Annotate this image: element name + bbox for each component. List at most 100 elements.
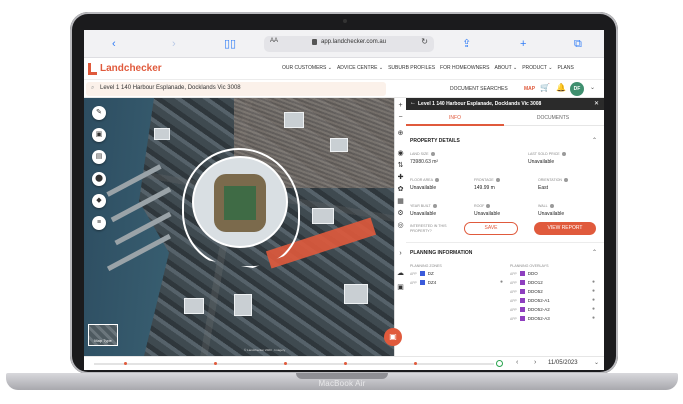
nav-our-customers[interactable]: OUR CUSTOMERS ⌄	[282, 65, 332, 71]
tab-info[interactable]: INFO	[406, 115, 504, 121]
new-tab-icon[interactable]: +	[520, 37, 526, 51]
tabs-icon[interactable]: ⧉	[574, 37, 582, 51]
site-logo[interactable]: Landchecker	[100, 63, 162, 74]
address-bar[interactable]: AA app.landchecker.com.au ↻	[264, 36, 434, 52]
nav-advice-centre[interactable]: ADVICE CENTRE ⌄	[337, 65, 383, 71]
nav-suburb-profiles[interactable]: SUBURB PROFILES	[388, 65, 435, 71]
wall-label: WALL	[538, 204, 554, 209]
book-icon[interactable]: ▯▯	[224, 37, 236, 51]
overlay-swatch	[519, 298, 525, 303]
info-icon[interactable]: ●	[500, 279, 503, 285]
zone-swatch	[419, 271, 425, 276]
expand-panel-icon[interactable]: ›	[395, 248, 406, 259]
tool-icon[interactable]: ⚙	[395, 208, 406, 219]
timeline-thumb[interactable]	[496, 360, 503, 367]
info-icon	[564, 178, 569, 183]
info-icon[interactable]: ●	[592, 297, 595, 303]
close-icon[interactable]: ✕	[594, 100, 599, 107]
draw-icon[interactable]: ✎	[92, 106, 106, 120]
list-icon[interactable]: ≡	[92, 216, 106, 230]
map-type-label: Map Type	[94, 338, 112, 343]
chevron-up-icon[interactable]: ⌃	[592, 249, 597, 256]
timeline-track[interactable]	[94, 363, 494, 365]
tool-icon[interactable]: ◉	[395, 148, 406, 159]
avatar[interactable]: DF	[570, 82, 584, 96]
back-icon[interactable]: ‹	[112, 37, 116, 51]
share-icon[interactable]: ⇪	[462, 37, 471, 51]
chevron-right-icon[interactable]: ›	[534, 359, 536, 366]
selected-parcel-outline[interactable]	[182, 148, 300, 268]
tool-icon[interactable]: ▦	[395, 196, 406, 207]
layers-icon[interactable]: ▣	[92, 128, 106, 142]
search-value: Level 1 140 Harbour Esplanade, Docklands…	[100, 85, 241, 91]
info-icon[interactable]: ●	[592, 288, 595, 294]
zoom-in-icon[interactable]: +	[395, 100, 406, 111]
save-button[interactable]: SAVE	[464, 222, 518, 235]
zoom-out-icon[interactable]: −	[395, 112, 406, 123]
wall-value: Unavailable	[538, 211, 565, 217]
info-icon[interactable]: ●	[592, 315, 595, 321]
overlay-item[interactable]: APP DDO52-A3	[510, 316, 550, 321]
map-toolbar: + − ⊕ ◉ ⇅ ✚ ✿ ▦ ⚙ ◎ › ☁ ▣	[394, 98, 406, 356]
tool-icon[interactable]: ☁	[395, 268, 406, 279]
tool-icon[interactable]: ✿	[395, 184, 406, 195]
tool-icon[interactable]: ▣	[395, 282, 406, 293]
zone-item[interactable]: APP DZ4	[410, 280, 436, 285]
tool-icon[interactable]: ⇅	[395, 160, 406, 171]
timeline-marker[interactable]	[414, 362, 417, 365]
chevron-up-icon[interactable]: ⌃	[592, 137, 597, 144]
timeline-marker[interactable]	[284, 362, 287, 365]
nav-for-homeowners[interactable]: FOR HOMEOWNERS	[440, 65, 489, 71]
tab-documents[interactable]: DOCUMENTS	[504, 115, 602, 121]
overlay-item[interactable]: APP DDO52-A1	[510, 298, 550, 303]
building	[234, 294, 252, 316]
map-link[interactable]: MAP	[524, 86, 535, 92]
zone-item[interactable]: APP DZ	[410, 271, 434, 276]
document-searches-link[interactable]: DOCUMENT SEARCHES	[450, 86, 508, 92]
overlay-item[interactable]: APP DDO52-A2	[510, 307, 550, 312]
camera	[343, 19, 347, 23]
cart-icon[interactable]: 🛒	[540, 83, 550, 92]
building	[184, 298, 204, 314]
map-attribution: © Landchecker 2023 · Imagery	[244, 348, 286, 352]
chevron-left-icon[interactable]: ‹	[516, 359, 518, 366]
browser-toolbar: ‹ › ▯▯ AA app.landchecker.com.au ↻ ⇪ + ⧉	[84, 30, 604, 58]
info-icon[interactable]: ●	[592, 279, 595, 285]
forward-icon[interactable]: ›	[172, 37, 176, 51]
timeline-marker[interactable]	[124, 362, 127, 365]
imagery-date[interactable]: 11/05/2023	[548, 360, 578, 366]
info-icon[interactable]: ●	[592, 306, 595, 312]
overlay-item[interactable]: APP DDO	[510, 271, 538, 276]
nav-product[interactable]: PRODUCT ⌄	[522, 65, 552, 71]
chat-icon[interactable]: ▣	[384, 328, 402, 346]
measure-icon[interactable]: ▤	[92, 150, 106, 164]
overlay-item[interactable]: APP DDO12	[510, 280, 543, 285]
back-arrow-icon[interactable]: ←	[410, 100, 416, 106]
planning-information-heading: PLANNING INFORMATION	[410, 250, 473, 256]
chevron-down-icon[interactable]: ⌄	[590, 84, 595, 91]
tool-icon[interactable]: ◎	[395, 220, 406, 231]
interested-prompt: INTERESTED IN THIS PROPERTY?	[410, 224, 447, 233]
satellite-map[interactable]: ✎ ▣ ▤ ⬤ ◆ ≡ + − ⊕ ◉ ⇅ ✚ ✿ ▦ ⚙ ◎ › ☁ ▣ Ma…	[84, 98, 406, 356]
timeline-marker[interactable]	[214, 362, 217, 365]
view-report-button[interactable]: VIEW REPORT	[534, 222, 596, 235]
tool-icon[interactable]: ✚	[395, 172, 406, 183]
bell-icon[interactable]: 🔔	[556, 83, 566, 92]
search-icon: ⌕	[91, 85, 95, 91]
street-view-icon[interactable]: ◆	[92, 194, 106, 208]
reload-icon[interactable]: ↻	[421, 37, 428, 46]
panel-tabs: INFO DOCUMENTS	[406, 110, 604, 126]
building	[284, 112, 304, 128]
compass-icon[interactable]: ⊕	[395, 128, 406, 139]
nav-about[interactable]: ABOUT ⌄	[495, 65, 518, 71]
chevron-down-icon[interactable]: ⌄	[594, 359, 599, 366]
address-search-input[interactable]: ⌕ Level 1 140 Harbour Esplanade, Docklan…	[86, 82, 386, 96]
floor-area-label: FLOOR AREA	[410, 178, 439, 183]
timeline-marker[interactable]	[344, 362, 347, 365]
nav-plans[interactable]: PLANS	[557, 65, 573, 71]
text-size-button[interactable]: AA	[270, 38, 278, 44]
info-icon	[434, 178, 439, 183]
location-pin-icon[interactable]: ⬤	[92, 172, 106, 186]
overlay-item[interactable]: APP DDO52	[510, 289, 543, 294]
planning-zones-label: PLANNING ZONES	[410, 264, 442, 268]
